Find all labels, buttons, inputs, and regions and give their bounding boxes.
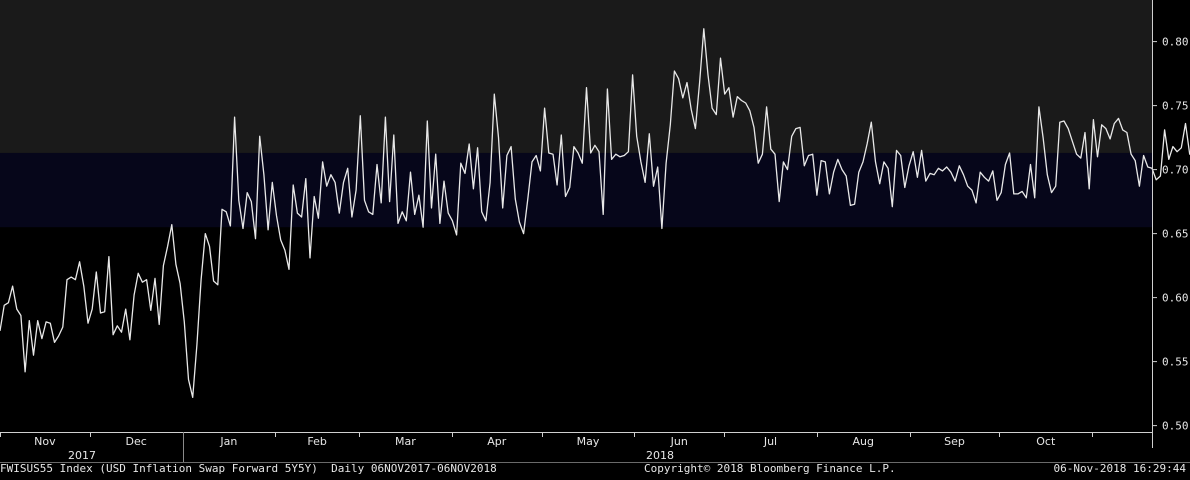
x-tick-label-feb: Feb (307, 435, 326, 448)
x-tick-label-mar: Mar (395, 435, 416, 448)
y-tick-label: 0.60 (1162, 292, 1189, 305)
footer-timestamp: 06-Nov-2018 16:29:44 (1053, 462, 1186, 475)
y-tick-label: 0.80 (1162, 36, 1189, 49)
x-tick-label-oct: Oct (1036, 435, 1056, 448)
x-axis-ticks: Nov Dec Jan Feb Mar Apr May Jun Jul Aug Sep Oct 2017… (0, 432, 1093, 462)
x-tick-label-sep: Sep (944, 435, 965, 448)
x-tick-label-apr: Apr (487, 435, 507, 448)
x-tick-label-jun: Jun (670, 435, 688, 448)
y-axis-ticks: 0.80 0.75 0.70 0.65 0.60 0.55 0.50 (1152, 36, 1189, 433)
y-tick-label: 0.65 (1162, 228, 1189, 241)
shaded-bands (0, 0, 1152, 228)
x-tick-label-nov: Nov (34, 435, 56, 448)
line-chart: 0.80 0.75 0.70 0.65 0.60 0.55 0.50 Nov Dec Jan Fe… (0, 0, 1190, 463)
y-tick-label: 0.75 (1162, 100, 1189, 113)
x-tick-label-aug: Aug (853, 435, 874, 448)
y-tick-label: 0.50 (1162, 420, 1189, 433)
x-tick-label-jan: Jan (219, 435, 237, 448)
y-tick-label: 0.55 (1162, 356, 1189, 369)
x-year-label: 2018 (646, 449, 674, 462)
x-year-label: 2017 (68, 449, 96, 462)
footer-ticker-description: FWISUS55 Index (USD Inflation Swap Forwa… (0, 462, 497, 475)
footer-copyright: Copyright© 2018 Bloomberg Finance L.P. (644, 462, 896, 475)
x-tick-label-may: May (577, 435, 600, 448)
shaded-band-1 (0, 152, 1152, 228)
x-tick-label-dec: Dec (125, 435, 146, 448)
x-tick-label-jul: Jul (763, 435, 777, 448)
shaded-band-0 (0, 0, 1152, 153)
y-tick-label: 0.70 (1162, 164, 1189, 177)
